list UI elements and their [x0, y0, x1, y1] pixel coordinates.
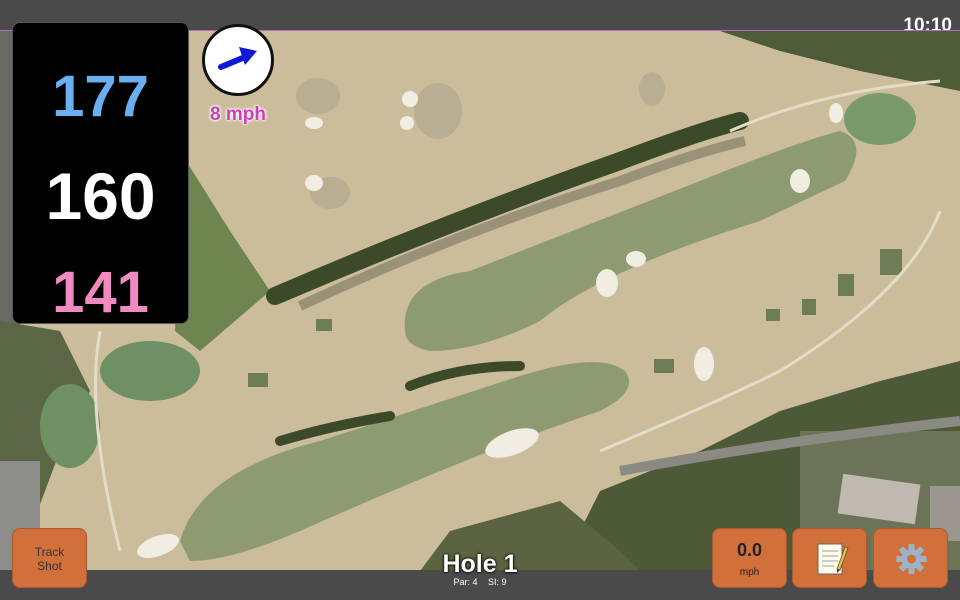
front-yardage: 141 [52, 260, 149, 325]
settings-button[interactable] [873, 528, 948, 588]
track-shot-label-line2: Shot [37, 559, 62, 573]
hole-stroke-index: SI: 9 [488, 577, 507, 587]
speed-value: 0.0 [736, 540, 763, 560]
yardage-panel: 177 160 141 [12, 22, 189, 325]
speed-unit: mph [739, 567, 760, 578]
track-shot-label-line1: Track [34, 545, 65, 559]
hole-title: Hole 1 [442, 550, 518, 578]
arrow-right-icon [218, 47, 257, 70]
wind-speed-label: 8 mph [210, 104, 266, 125]
notepad-icon [817, 543, 849, 575]
back-yardage: 177 [52, 64, 149, 129]
hole-par: Par: 4 [453, 577, 478, 587]
notes-button[interactable] [792, 528, 867, 588]
middle-yardage: 160 [45, 159, 156, 233]
track-shot-button[interactable]: Track Shot [12, 528, 87, 588]
wind-direction-dial[interactable] [202, 24, 274, 96]
hole-info: Par: 4 SI: 9 [380, 577, 580, 587]
gear-icon [896, 544, 927, 574]
speed-button[interactable]: 0.0 mph [712, 528, 787, 588]
